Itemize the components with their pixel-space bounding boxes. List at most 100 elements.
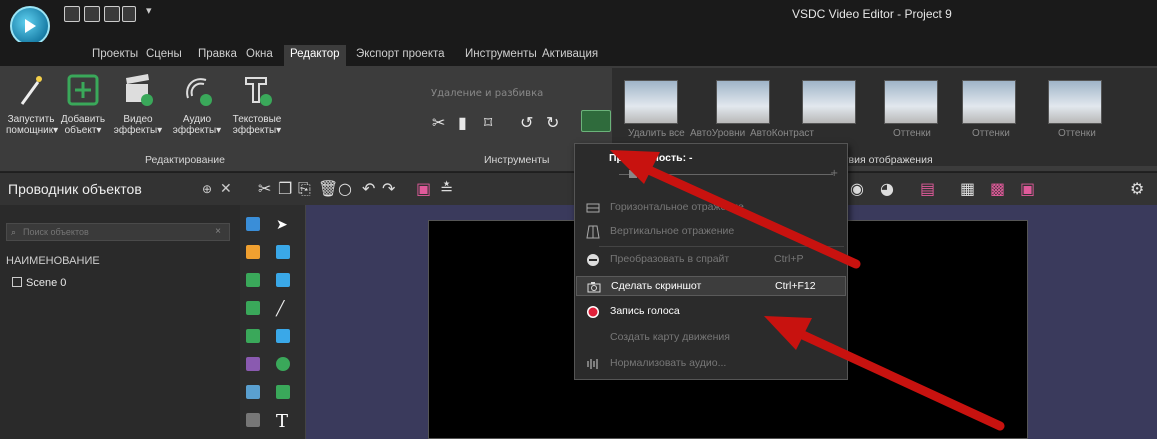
trim-tool-icon[interactable]: ⌑ bbox=[484, 113, 492, 132]
audio-effects-label: Аудио bbox=[182, 114, 212, 125]
select-area-icon[interactable]: ▣ bbox=[416, 179, 431, 198]
text-box-tool-icon[interactable] bbox=[276, 245, 290, 259]
object-explorer-title: Проводник объектов bbox=[8, 181, 142, 197]
tab-edit[interactable]: Правка bbox=[192, 45, 243, 66]
menu-item-flip-horizontal[interactable]: Горизонтальное отражение bbox=[576, 198, 846, 218]
effect-label-autocontrast: АвтоКонтраст bbox=[750, 128, 814, 139]
add-object-label: Добавить bbox=[60, 114, 106, 125]
effect-label-tints-3: Оттенки bbox=[1058, 128, 1096, 139]
effect-thumbnail-4[interactable] bbox=[884, 80, 938, 124]
cut-tool-icon[interactable]: ✂ bbox=[432, 113, 445, 132]
rectangle-tool-icon[interactable] bbox=[276, 329, 290, 343]
redo-icon[interactable]: ↷ bbox=[382, 179, 395, 198]
object-explorer-header: Проводник объектов ⊕ ✕ bbox=[0, 173, 240, 205]
clapperboard-fx-icon bbox=[126, 74, 153, 106]
effect-thumbnail-2[interactable] bbox=[716, 80, 770, 124]
new-project-icon[interactable] bbox=[64, 6, 80, 22]
vsdc-logo-icon[interactable] bbox=[10, 6, 50, 46]
open-project-icon[interactable] bbox=[84, 6, 100, 22]
subtitle-tool-icon[interactable] bbox=[276, 273, 290, 287]
cut-split-label: Удаление и разбивка bbox=[431, 88, 544, 99]
crop-tool-icon[interactable]: ▮ bbox=[458, 113, 467, 132]
menu-item-shortcut: Ctrl+P bbox=[774, 253, 804, 265]
rotate-right-icon[interactable]: ↻ bbox=[546, 113, 559, 132]
frame-icon[interactable]: ▣ bbox=[1020, 179, 1035, 198]
effect-thumbnail-6[interactable] bbox=[1048, 80, 1102, 124]
menu-separator bbox=[599, 246, 844, 247]
opacity-slider-handle[interactable] bbox=[629, 170, 637, 178]
audio-tool-icon[interactable] bbox=[246, 301, 260, 315]
menu-item-create-motion-map[interactable]: Создать карту движения bbox=[576, 328, 846, 348]
video-tool-icon[interactable] bbox=[246, 329, 260, 343]
tools-group-label: Инструменты bbox=[484, 154, 550, 166]
close-icon[interactable]: ✕ bbox=[220, 180, 232, 197]
menu-item-voice-recording[interactable]: Запись голоса bbox=[576, 302, 846, 322]
opacity-plus-icon[interactable]: + bbox=[830, 168, 838, 179]
menu-item-label: Нормализовать аудио... bbox=[610, 357, 727, 369]
grid-icon[interactable]: ▦ bbox=[960, 179, 975, 198]
order-icon[interactable]: ▤ bbox=[920, 179, 935, 198]
snap-icon[interactable]: ▩ bbox=[990, 179, 1005, 198]
circle-icon[interactable]: ○ bbox=[338, 179, 352, 198]
menu-item-label: Горизонтальное отражение bbox=[610, 201, 744, 213]
text-tool-icon[interactable]: T bbox=[276, 411, 290, 432]
effect-thumbnail-3[interactable] bbox=[802, 80, 856, 124]
audio-effects-button[interactable]: Аудио эффекты▾ bbox=[168, 72, 226, 136]
scene-icon bbox=[12, 277, 22, 287]
audio-normalize-icon bbox=[587, 359, 598, 369]
settings-gear-icon[interactable]: ⚙ bbox=[1130, 179, 1144, 198]
free-shape-tool-icon[interactable] bbox=[276, 385, 290, 399]
tree-item-scene[interactable]: Scene 0 bbox=[12, 277, 66, 289]
particles-tool-icon[interactable] bbox=[246, 385, 260, 399]
effect-label-tints-1: Оттенки bbox=[893, 128, 931, 139]
more-tools-dropdown-button[interactable] bbox=[581, 110, 611, 132]
search-input[interactable] bbox=[23, 227, 203, 237]
ellipse-tool-icon[interactable] bbox=[276, 357, 290, 371]
menu-item-convert-to-sprite[interactable]: Преобразовать в спрайт Ctrl+P bbox=[576, 250, 846, 270]
add-object-button[interactable]: Добавить объект▾ bbox=[58, 72, 108, 136]
save-all-icon[interactable] bbox=[122, 6, 136, 22]
image-tool-icon[interactable] bbox=[246, 273, 260, 287]
tab-activation[interactable]: Активация bbox=[536, 45, 604, 66]
group-icon[interactable]: ◕ bbox=[880, 179, 894, 198]
sprite-tool-icon[interactable] bbox=[246, 245, 260, 259]
search-field[interactable]: ⌕ × bbox=[6, 223, 230, 241]
tab-windows[interactable]: Окна bbox=[240, 45, 279, 66]
pointer-tool-icon[interactable]: ➤ bbox=[276, 217, 290, 233]
clear-search-icon[interactable]: × bbox=[215, 226, 221, 237]
text-effects-label-2: эффекты▾ bbox=[232, 125, 282, 136]
copy-icon[interactable]: ❐ bbox=[278, 179, 292, 198]
menu-item-take-screenshot[interactable]: Сделать скриншот Ctrl+F12 bbox=[576, 276, 846, 296]
cut-icon[interactable]: ✂ bbox=[258, 179, 271, 198]
tab-projects[interactable]: Проекты bbox=[86, 45, 144, 66]
effect-label-autolevels: АвтоУровни bbox=[690, 128, 746, 139]
name-column-header[interactable]: НАИМЕНОВАНИЕ bbox=[6, 255, 100, 267]
paste-icon[interactable]: ⎘ bbox=[298, 179, 311, 199]
save-project-icon[interactable] bbox=[104, 6, 120, 22]
tab-scenes[interactable]: Сцены bbox=[140, 45, 188, 66]
tab-editor[interactable]: Редактор bbox=[284, 45, 346, 66]
undo-icon[interactable]: ↶ bbox=[362, 179, 375, 198]
align-icon[interactable]: ≛ bbox=[440, 179, 453, 198]
text-effects-button[interactable]: Текстовые эффекты▾ bbox=[228, 72, 286, 136]
launch-wizard-button[interactable]: Запустить помощник▾ bbox=[6, 72, 58, 136]
quick-access-dropdown-icon[interactable]: ▾ bbox=[146, 4, 152, 17]
menu-item-normalize-audio[interactable]: Нормализовать аудио... bbox=[576, 354, 846, 374]
window-title: VSDC Video Editor - Project 9 bbox=[792, 7, 952, 21]
video-effects-button[interactable]: Видео эффекты▾ bbox=[110, 72, 166, 136]
object-toolbox: ➤ ╱ T bbox=[240, 205, 306, 439]
tab-tools[interactable]: Инструменты bbox=[459, 45, 543, 66]
rotate-left-icon[interactable]: ↺ bbox=[520, 113, 533, 132]
spectrum-tool-icon[interactable] bbox=[246, 357, 260, 371]
delete-icon[interactable]: 🗑 bbox=[318, 179, 338, 198]
tab-export-project[interactable]: Экспорт проекта bbox=[350, 45, 451, 66]
menu-item-flip-vertical[interactable]: Вертикальное отражение bbox=[576, 222, 846, 242]
layer-icon[interactable]: ◉ bbox=[850, 179, 864, 198]
move-tool-icon[interactable] bbox=[246, 413, 260, 427]
chart-tool-icon[interactable] bbox=[246, 217, 260, 231]
effect-thumbnail-5[interactable] bbox=[962, 80, 1016, 124]
opacity-slider[interactable] bbox=[619, 174, 833, 175]
line-tool-icon[interactable]: ╱ bbox=[276, 301, 290, 317]
pin-icon[interactable]: ⊕ bbox=[202, 182, 212, 196]
effect-thumbnail-1[interactable] bbox=[624, 80, 678, 124]
